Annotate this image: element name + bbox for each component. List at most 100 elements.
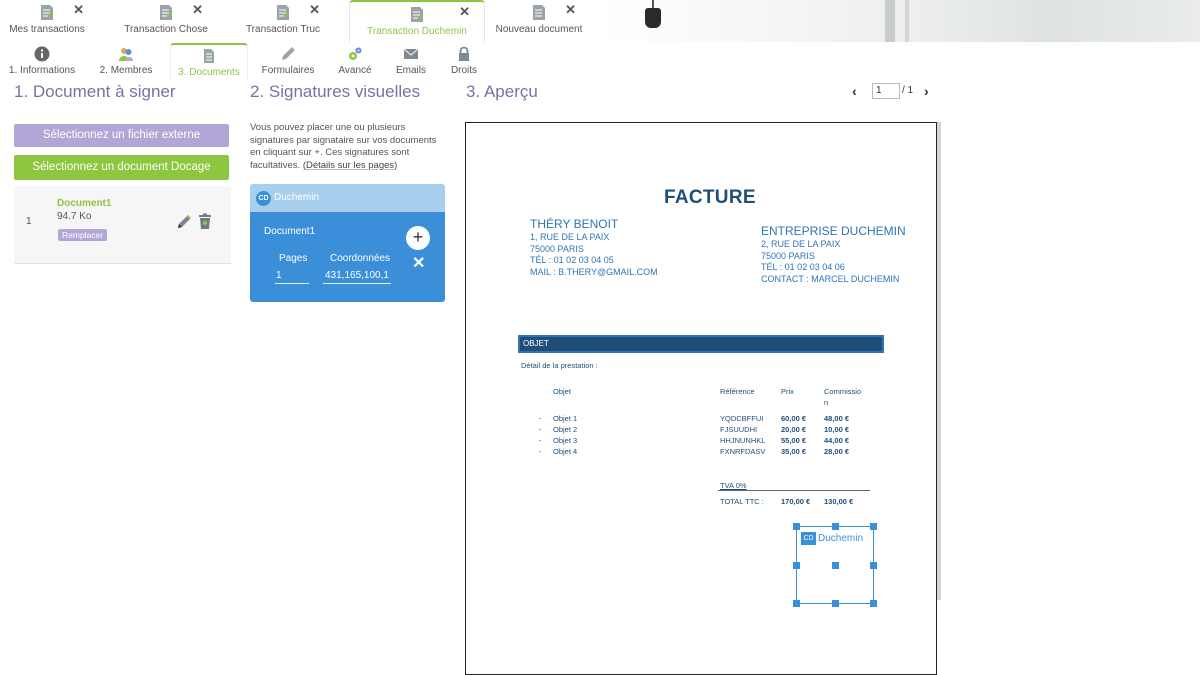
document-icon	[533, 5, 545, 20]
tab-membres[interactable]: 2. Membres	[88, 43, 164, 79]
document-icon	[204, 49, 214, 63]
signer-card: CD Duchemin Document1 + Pages Coordonnée…	[250, 184, 445, 302]
tab-label: Nouveau document	[495, 24, 583, 35]
tab-label: Emails	[395, 65, 426, 76]
tab-transaction-duchemin[interactable]: Transaction Duchemin ✕	[349, 0, 485, 42]
row-bullet: -	[539, 414, 542, 423]
tab-avance[interactable]: Avancé	[322, 43, 388, 79]
pencil-icon	[282, 47, 295, 60]
row-commission: 10,00 €	[824, 425, 850, 434]
row-objet: Objet 1	[553, 414, 578, 423]
document-index: 1	[26, 216, 32, 227]
delete-icon[interactable]	[198, 213, 212, 230]
edit-icon[interactable]	[176, 214, 192, 230]
resize-handle[interactable]	[793, 562, 800, 569]
signer-header: CD Duchemin	[250, 184, 445, 212]
row-reference: FXNRFDASV	[720, 447, 766, 456]
resize-handle[interactable]	[870, 600, 877, 607]
recipient-contact: CONTACT : MARCEL DUCHEMIN	[761, 273, 900, 284]
resize-handle[interactable]	[832, 523, 839, 530]
document-edit-icon	[411, 7, 424, 22]
tab-emails[interactable]: Emails	[384, 43, 438, 79]
row-prix: 35,00 €	[781, 447, 807, 456]
row-objet: Objet 4	[553, 447, 578, 456]
pages-label: Pages	[279, 253, 308, 264]
preview-scrollbar[interactable]	[937, 122, 941, 600]
row-bullet: -	[539, 436, 542, 445]
select-external-file-button[interactable]: Sélectionnez un fichier externe	[14, 124, 229, 147]
close-icon[interactable]: ✕	[565, 3, 576, 16]
visual-signatures-title: 2. Signatures visuelles	[250, 82, 421, 101]
row-commission: 44,00 €	[824, 436, 850, 445]
tab-label: Droits	[450, 65, 478, 76]
col-commission-wrap: n	[824, 398, 829, 407]
tab-transaction-truc[interactable]: Transaction Truc ✕	[224, 0, 342, 42]
tab-informations[interactable]: 1. Informations	[4, 43, 80, 79]
window-beam	[885, 0, 895, 42]
tab-label: Mes transactions	[9, 24, 85, 35]
tab-label: 3. Documents	[178, 67, 240, 78]
close-icon[interactable]: ✕	[459, 5, 470, 18]
resize-handle[interactable]	[832, 600, 839, 607]
resize-handle[interactable]	[793, 523, 800, 530]
col-reference: Référence	[720, 387, 755, 396]
preview-title: 3. Aperçu	[466, 82, 538, 101]
close-icon[interactable]: ✕	[192, 3, 203, 16]
page-total: / 1	[902, 85, 914, 96]
row-reference: YQDCBFFUI	[720, 414, 764, 423]
sender-city: 75000 PARIS	[530, 243, 584, 254]
close-icon[interactable]: ✕	[309, 3, 320, 16]
step-tabs-bar: 1. Informations 2. Membres 3. Documents …	[0, 43, 600, 79]
select-docage-document-button[interactable]: Sélectionnez un document Docage	[14, 155, 229, 180]
total-label: TOTAL TTC :	[720, 497, 764, 506]
total-separator	[718, 490, 870, 491]
resize-handle[interactable]	[870, 523, 877, 530]
col-objet: Objet	[553, 387, 571, 396]
resize-handle[interactable]	[870, 562, 877, 569]
tab-label: Transaction Truc	[245, 24, 321, 35]
tva-label: TVA 0%	[720, 481, 747, 490]
row-prix: 60,00 €	[781, 414, 807, 423]
remove-signature-icon[interactable]: ✕	[412, 253, 425, 273]
tab-transaction-chose[interactable]: Transaction Chose ✕	[107, 0, 225, 42]
header-background-photo	[605, 0, 1200, 42]
signatures-intro: Vous pouvez placer une ou plusieurs sign…	[250, 122, 445, 172]
tab-label: 2. Membres	[99, 65, 153, 76]
info-icon	[34, 46, 50, 62]
document-edit-icon	[41, 5, 54, 20]
tab-droits[interactable]: Droits	[440, 43, 488, 79]
tab-formulaires[interactable]: Formulaires	[250, 43, 326, 79]
resize-handle[interactable]	[793, 600, 800, 607]
close-icon[interactable]: ✕	[73, 3, 84, 16]
sender-mail: MAIL : B.THERY@GMAIL.COM	[530, 266, 658, 277]
tab-label: Avancé	[338, 65, 372, 76]
tab-mes-transactions[interactable]: Mes transactions ✕	[0, 0, 106, 42]
row-reference: HHJNUNHKL	[720, 436, 766, 445]
signer-body: Document1 + Pages Coordonnées 1 431,165,…	[250, 212, 445, 302]
recipient-city: 75000 PARIS	[761, 250, 815, 261]
replace-button[interactable]: Remplacer	[58, 229, 108, 241]
next-page-icon[interactable]: ›	[924, 83, 929, 99]
signature-box-label: CD Duchemin	[801, 532, 863, 545]
previous-page-icon[interactable]: ‹	[852, 83, 857, 99]
row-bullet: -	[539, 425, 542, 434]
coordinates-input[interactable]: 431,165,100,1	[323, 268, 391, 284]
envelope-icon	[403, 48, 419, 59]
page-number-input[interactable]: 1	[872, 83, 900, 99]
tab-nouveau-document[interactable]: Nouveau document ✕	[480, 0, 598, 42]
signer-document-name: Document1	[264, 226, 316, 237]
recipient-phone: TÉL : 01 02 03 04 06	[761, 262, 845, 272]
row-prix: 55,00 €	[781, 436, 807, 445]
document-card: 1 Document1 94.7 Ko Remplacer	[14, 186, 231, 264]
tab-label: Transaction Chose	[124, 24, 208, 35]
row-commission: 28,00 €	[824, 447, 850, 456]
signature-placement-box[interactable]: CD Duchemin	[793, 523, 877, 607]
details-pages-link[interactable]: (Détails sur les pages)	[303, 160, 398, 171]
sender-address: 1, RUE DE LA PAIX	[530, 232, 610, 242]
add-signature-button[interactable]: +	[406, 226, 430, 250]
move-handle[interactable]	[832, 562, 839, 569]
pages-input[interactable]: 1	[275, 268, 309, 284]
row-bullet: -	[539, 447, 542, 456]
tab-documents[interactable]: 3. Documents	[170, 43, 248, 79]
pendant-lamp	[645, 8, 661, 28]
